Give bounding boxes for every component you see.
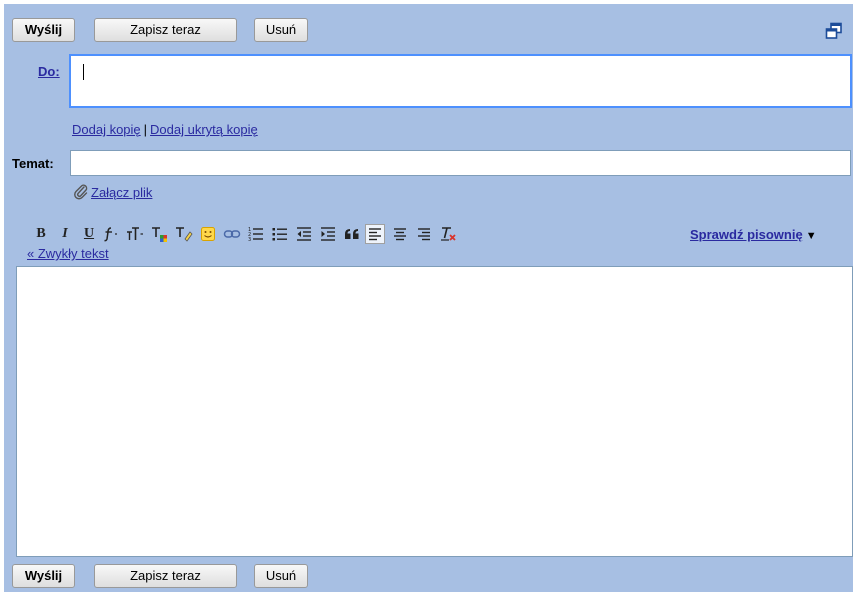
underline-button[interactable]: U xyxy=(79,224,99,244)
smiley-icon xyxy=(201,227,215,241)
emoticon-button[interactable] xyxy=(198,224,218,244)
font-family-button[interactable] xyxy=(102,224,122,244)
outdent-icon xyxy=(297,227,311,241)
add-bcc-link[interactable]: Dodaj ukrytą kopię xyxy=(150,122,258,137)
spellcheck[interactable]: Sprawdź pisownię ▼ xyxy=(690,227,817,242)
svg-text:3: 3 xyxy=(248,237,251,242)
cc-separator: | xyxy=(143,122,148,137)
quote-button[interactable] xyxy=(342,224,362,244)
bulleted-list-icon xyxy=(272,228,287,241)
text-color-icon xyxy=(152,227,167,242)
indent-icon xyxy=(321,227,335,241)
align-center-button[interactable] xyxy=(390,224,410,244)
numbered-list-icon: 1 2 3 xyxy=(248,227,263,242)
to-label-link[interactable]: Do: xyxy=(38,64,60,79)
spellcheck-link[interactable]: Sprawdź pisownię xyxy=(690,227,803,242)
spellcheck-dropdown-arrow[interactable]: ▼ xyxy=(806,230,817,242)
subject-input[interactable] xyxy=(70,150,851,176)
save-now-button-top[interactable]: Zapisz teraz xyxy=(94,18,237,42)
highlight-icon xyxy=(176,227,193,242)
align-center-icon xyxy=(394,228,406,241)
italic-button[interactable]: I xyxy=(55,224,75,244)
link-icon xyxy=(223,230,241,238)
message-body-editor[interactable] xyxy=(16,266,853,557)
bulleted-list-button[interactable] xyxy=(270,224,290,244)
numbered-list-button[interactable]: 1 2 3 xyxy=(246,224,266,244)
send-button-top[interactable]: Wyślij xyxy=(12,18,75,42)
text-color-button[interactable] xyxy=(150,224,170,244)
align-right-button[interactable] xyxy=(414,224,434,244)
bold-button[interactable]: B xyxy=(31,224,51,244)
attach-file[interactable]: Załącz plik xyxy=(73,184,152,200)
align-left-icon xyxy=(369,228,381,241)
quote-icon xyxy=(345,229,359,239)
font-family-icon xyxy=(104,227,117,242)
remove-formatting-icon xyxy=(441,227,456,241)
paperclip-icon xyxy=(74,184,88,200)
text-caret xyxy=(83,64,84,80)
font-size-icon xyxy=(127,227,143,240)
increase-indent-button[interactable] xyxy=(318,224,338,244)
align-right-icon xyxy=(418,228,430,241)
font-size-button[interactable] xyxy=(126,224,146,244)
plain-text-link[interactable]: « Zwykły tekst xyxy=(27,246,109,261)
to-field[interactable] xyxy=(69,54,852,108)
align-left-button[interactable] xyxy=(365,224,385,244)
insert-link-button[interactable] xyxy=(222,224,242,244)
delete-button-top[interactable]: Usuń xyxy=(254,18,308,42)
send-button-bottom[interactable]: Wyślij xyxy=(12,564,75,588)
subject-label: Temat: xyxy=(12,156,54,171)
decrease-indent-button[interactable] xyxy=(294,224,314,244)
remove-formatting-button[interactable] xyxy=(438,224,458,244)
add-cc-link[interactable]: Dodaj kopię xyxy=(72,122,141,137)
attach-file-link[interactable]: Załącz plik xyxy=(91,185,152,200)
cc-links: Dodaj kopię | Dodaj ukrytą kopię xyxy=(72,122,258,137)
delete-button-bottom[interactable]: Usuń xyxy=(254,564,308,588)
highlight-color-button[interactable] xyxy=(174,224,194,244)
popout-window-icon[interactable] xyxy=(825,22,843,40)
save-now-button-bottom[interactable]: Zapisz teraz xyxy=(94,564,237,588)
